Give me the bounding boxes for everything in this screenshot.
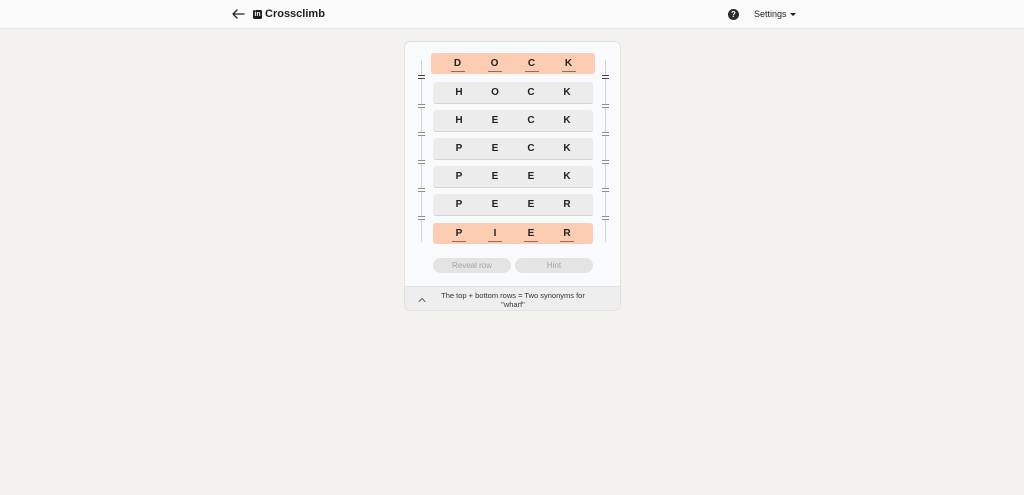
top-bar: in Crossclimb ? Settings [0,0,1024,29]
word-row[interactable]: PEEK [433,166,593,187]
letter-cell[interactable]: C [524,143,538,154]
letter-cell[interactable]: H [452,115,466,126]
reveal-row-button[interactable]: Reveal row [433,258,511,273]
clue-bar: The top + bottom rows = Two synonyms for… [405,286,620,310]
letter-cell[interactable]: E [488,115,502,126]
rung-icon [602,216,609,220]
hint-button[interactable]: Hint [515,258,593,273]
letter-cell[interactable]: C [524,58,539,72]
letter-cell[interactable]: I [488,228,502,242]
rung-icon [602,103,609,108]
letter-cell[interactable]: P [452,143,466,154]
letter-cell[interactable]: O [487,58,502,72]
locked-word-row[interactable]: DOCK [431,53,595,74]
settings-label: Settings [754,9,787,19]
letter-cell[interactable]: K [561,58,576,72]
ladder-rail-right [605,60,606,242]
settings-button[interactable]: Settings [754,9,796,19]
letter-cell[interactable]: K [560,171,574,182]
locked-word-row[interactable]: PIER [433,223,593,244]
letter-cell[interactable]: E [524,171,538,182]
letter-cell[interactable]: K [560,87,574,98]
word-row[interactable]: PEER [433,194,593,215]
clue-text: The top + bottom rows = Two synonyms for… [441,291,585,309]
rung-icon [602,131,609,136]
word-row[interactable]: HOCK [433,82,593,103]
rung-icon [602,159,609,164]
letter-cell[interactable]: C [524,87,538,98]
rung-icon [418,75,425,79]
letter-cell[interactable]: E [488,143,502,154]
letter-cell[interactable]: K [560,115,574,126]
letter-cell[interactable]: P [452,171,466,182]
letter-cell[interactable]: R [560,199,574,210]
rung-icon [418,159,425,164]
page-title: Crossclimb [265,8,325,20]
rung-icon [418,131,425,136]
linkedin-logo-icon: in [253,9,262,19]
chevron-up-icon[interactable] [417,295,427,305]
letter-cell[interactable]: C [524,115,538,126]
letter-cell[interactable]: K [560,143,574,154]
rung-icon [418,216,425,220]
rung-icon [602,75,609,79]
help-icon[interactable]: ? [728,9,739,20]
letter-cell[interactable]: E [488,171,502,182]
rung-icon [418,103,425,108]
game-board: DOCKHOCKHECKPECKPEEKPEERPIER Reveal row … [404,41,621,311]
ladder-rail-left [421,60,422,242]
letter-cell[interactable]: P [452,199,466,210]
caret-down-icon [789,12,796,16]
rung-icon [418,187,425,192]
rung-icon [602,187,609,192]
brand: in Crossclimb [253,8,325,20]
back-arrow-icon[interactable] [231,7,245,21]
letter-cell[interactable]: R [560,228,574,242]
letter-cell[interactable]: H [452,87,466,98]
word-row[interactable]: PECK [433,138,593,159]
letter-cell[interactable]: O [488,87,502,98]
letter-cell[interactable]: E [488,199,502,210]
letter-cell[interactable]: D [450,58,465,72]
word-row[interactable]: HECK [433,110,593,131]
letter-cell[interactable]: E [524,199,538,210]
letter-cell[interactable]: P [452,228,466,242]
letter-cell[interactable]: E [524,228,538,242]
